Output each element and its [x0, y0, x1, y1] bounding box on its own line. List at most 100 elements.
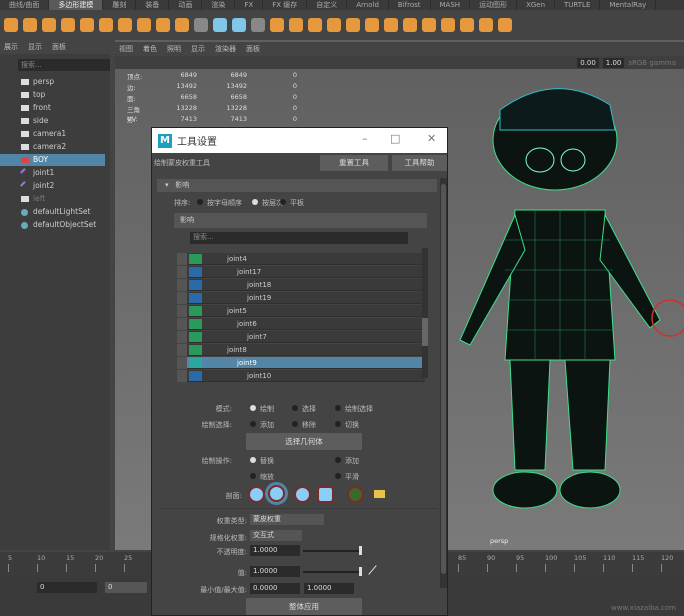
shelf-tab[interactable]: FX 缓存: [263, 0, 308, 10]
close-button[interactable]: ✕: [427, 132, 436, 145]
start-frame-field[interactable]: 0: [37, 582, 97, 593]
color-swatch[interactable]: [189, 345, 202, 355]
outliner-item[interactable]: joint1: [0, 167, 105, 179]
normalize-weights-dropdown[interactable]: 交互式: [250, 530, 302, 541]
value-slider-handle[interactable]: [359, 567, 362, 576]
shelf-tool-icon[interactable]: [4, 18, 18, 32]
shelf-tool-icon[interactable]: [23, 18, 37, 32]
influence-row[interactable]: joint8: [177, 344, 425, 356]
shelf-tool-icon[interactable]: [118, 18, 132, 32]
shelf-tab[interactable]: XGen: [517, 0, 556, 10]
color-swatch[interactable]: [189, 319, 202, 329]
menu-item[interactable]: 着色: [143, 42, 157, 56]
visibility-toggle-icon[interactable]: [177, 344, 187, 356]
shelf-tab[interactable]: 装备: [136, 0, 170, 10]
opacity-field[interactable]: 1.0000: [250, 545, 300, 556]
influence-row[interactable]: joint19: [177, 292, 425, 304]
visibility-toggle-icon[interactable]: [177, 331, 187, 343]
shelf-tool-icon[interactable]: [289, 18, 303, 32]
color-swatch[interactable]: [189, 371, 202, 381]
paint-op-option-radio[interactable]: [335, 473, 341, 479]
outliner-item[interactable]: camera2: [0, 141, 105, 153]
influence-row[interactable]: joint18: [177, 279, 425, 291]
menu-item[interactable]: 面板: [246, 42, 260, 56]
menu-item[interactable]: 照明: [167, 42, 181, 56]
influence-row[interactable]: joint10: [177, 370, 425, 382]
dialog-scrollbar[interactable]: [440, 178, 447, 588]
shelf-tab[interactable]: Bifrost: [389, 0, 431, 10]
color-swatch[interactable]: [189, 332, 202, 342]
shelf-tool-icon[interactable]: [422, 18, 436, 32]
tool-help-button[interactable]: 工具帮助: [392, 155, 447, 171]
menu-item[interactable]: 渲染器: [215, 42, 236, 56]
color-swatch[interactable]: [189, 280, 202, 290]
outliner-search-input[interactable]: 搜索...: [18, 59, 110, 71]
color-swatch[interactable]: [189, 267, 202, 277]
solid-brush-icon[interactable]: [294, 486, 311, 503]
shelf-tool-icon[interactable]: [251, 18, 265, 32]
influence-row[interactable]: joint6: [177, 318, 425, 330]
shelf-tab[interactable]: 多边形建模: [49, 0, 104, 10]
influence-row[interactable]: joint4: [177, 253, 425, 265]
shelf-tool-icon[interactable]: [365, 18, 379, 32]
folder-icon[interactable]: [374, 490, 385, 498]
outliner-item[interactable]: defaultLightSet: [0, 206, 105, 218]
image-brush-icon[interactable]: [347, 486, 364, 503]
visibility-toggle-icon[interactable]: [177, 370, 187, 382]
outliner-item[interactable]: defaultObjectSet: [0, 219, 105, 231]
influence-row[interactable]: joint17: [177, 266, 425, 278]
shelf-tool-icon[interactable]: [80, 18, 94, 32]
outliner-item[interactable]: left: [0, 193, 105, 205]
min-value-field[interactable]: 0.0000: [250, 583, 300, 594]
color-swatch[interactable]: [189, 358, 202, 368]
outliner-item[interactable]: top: [0, 89, 105, 101]
opacity-slider[interactable]: [303, 546, 362, 555]
menu-item[interactable]: 面板: [52, 40, 66, 54]
shelf-tab[interactable]: MentalRay: [600, 0, 657, 10]
visibility-toggle-icon[interactable]: [177, 279, 187, 291]
shelf-tool-icon[interactable]: [232, 18, 246, 32]
outliner-item[interactable]: BOY: [0, 154, 105, 166]
gaussian-brush-icon[interactable]: [248, 486, 265, 503]
paint-select-option-radio[interactable]: [292, 421, 298, 427]
outliner-item[interactable]: persp: [0, 76, 105, 88]
paint-select-option-radio[interactable]: [335, 421, 341, 427]
visibility-toggle-icon[interactable]: [177, 357, 187, 369]
shelf-tab[interactable]: Arnold: [347, 0, 389, 10]
shelf-tool-icon[interactable]: [42, 18, 56, 32]
color-space-label[interactable]: sRGB gamma: [628, 59, 676, 67]
color-swatch[interactable]: [189, 254, 202, 264]
visibility-toggle-icon[interactable]: [177, 292, 187, 304]
visibility-toggle-icon[interactable]: [177, 253, 187, 265]
shelf-tool-icon[interactable]: [479, 18, 493, 32]
shelf-tool-icon[interactable]: [61, 18, 75, 32]
shelf-tool-icon[interactable]: [156, 18, 170, 32]
visibility-toggle-icon[interactable]: [177, 318, 187, 330]
shelf-tab[interactable]: 动画: [169, 0, 203, 10]
color-picker-icon[interactable]: [368, 565, 377, 575]
shelf-tool-icon[interactable]: [384, 18, 398, 32]
shelf-tab[interactable]: 雕刻: [103, 0, 137, 10]
shelf-tool-icon[interactable]: [270, 18, 284, 32]
select-geometry-button[interactable]: 选择几何体: [246, 433, 362, 450]
gamma-field[interactable]: 1.00: [602, 57, 625, 68]
shelf-tool-icon[interactable]: [213, 18, 227, 32]
shelf-tab[interactable]: FX: [235, 0, 264, 10]
shelf-tab[interactable]: 曲线/曲面: [0, 0, 50, 10]
influence-list-scrollbar[interactable]: [422, 248, 428, 378]
shelf-tool-icon[interactable]: [99, 18, 113, 32]
influence-search-input[interactable]: 搜索...: [190, 232, 408, 244]
paint-op-option-radio[interactable]: [250, 457, 256, 463]
value-slider[interactable]: [303, 567, 362, 576]
soft-brush-icon[interactable]: [265, 482, 288, 505]
shelf-tool-icon[interactable]: [346, 18, 360, 32]
sort-option-radio[interactable]: [280, 199, 286, 205]
paint-select-option-radio[interactable]: [250, 421, 256, 427]
shelf-tab[interactable]: 自定义: [307, 0, 348, 10]
opacity-slider-handle[interactable]: [359, 546, 362, 555]
dialog-titlebar[interactable]: M 工具设置 – □ ✕: [152, 128, 447, 153]
outliner-item[interactable]: front: [0, 102, 105, 114]
maximize-button[interactable]: □: [390, 132, 400, 145]
range-field[interactable]: 0: [105, 582, 147, 593]
visibility-toggle-icon[interactable]: [177, 266, 187, 278]
